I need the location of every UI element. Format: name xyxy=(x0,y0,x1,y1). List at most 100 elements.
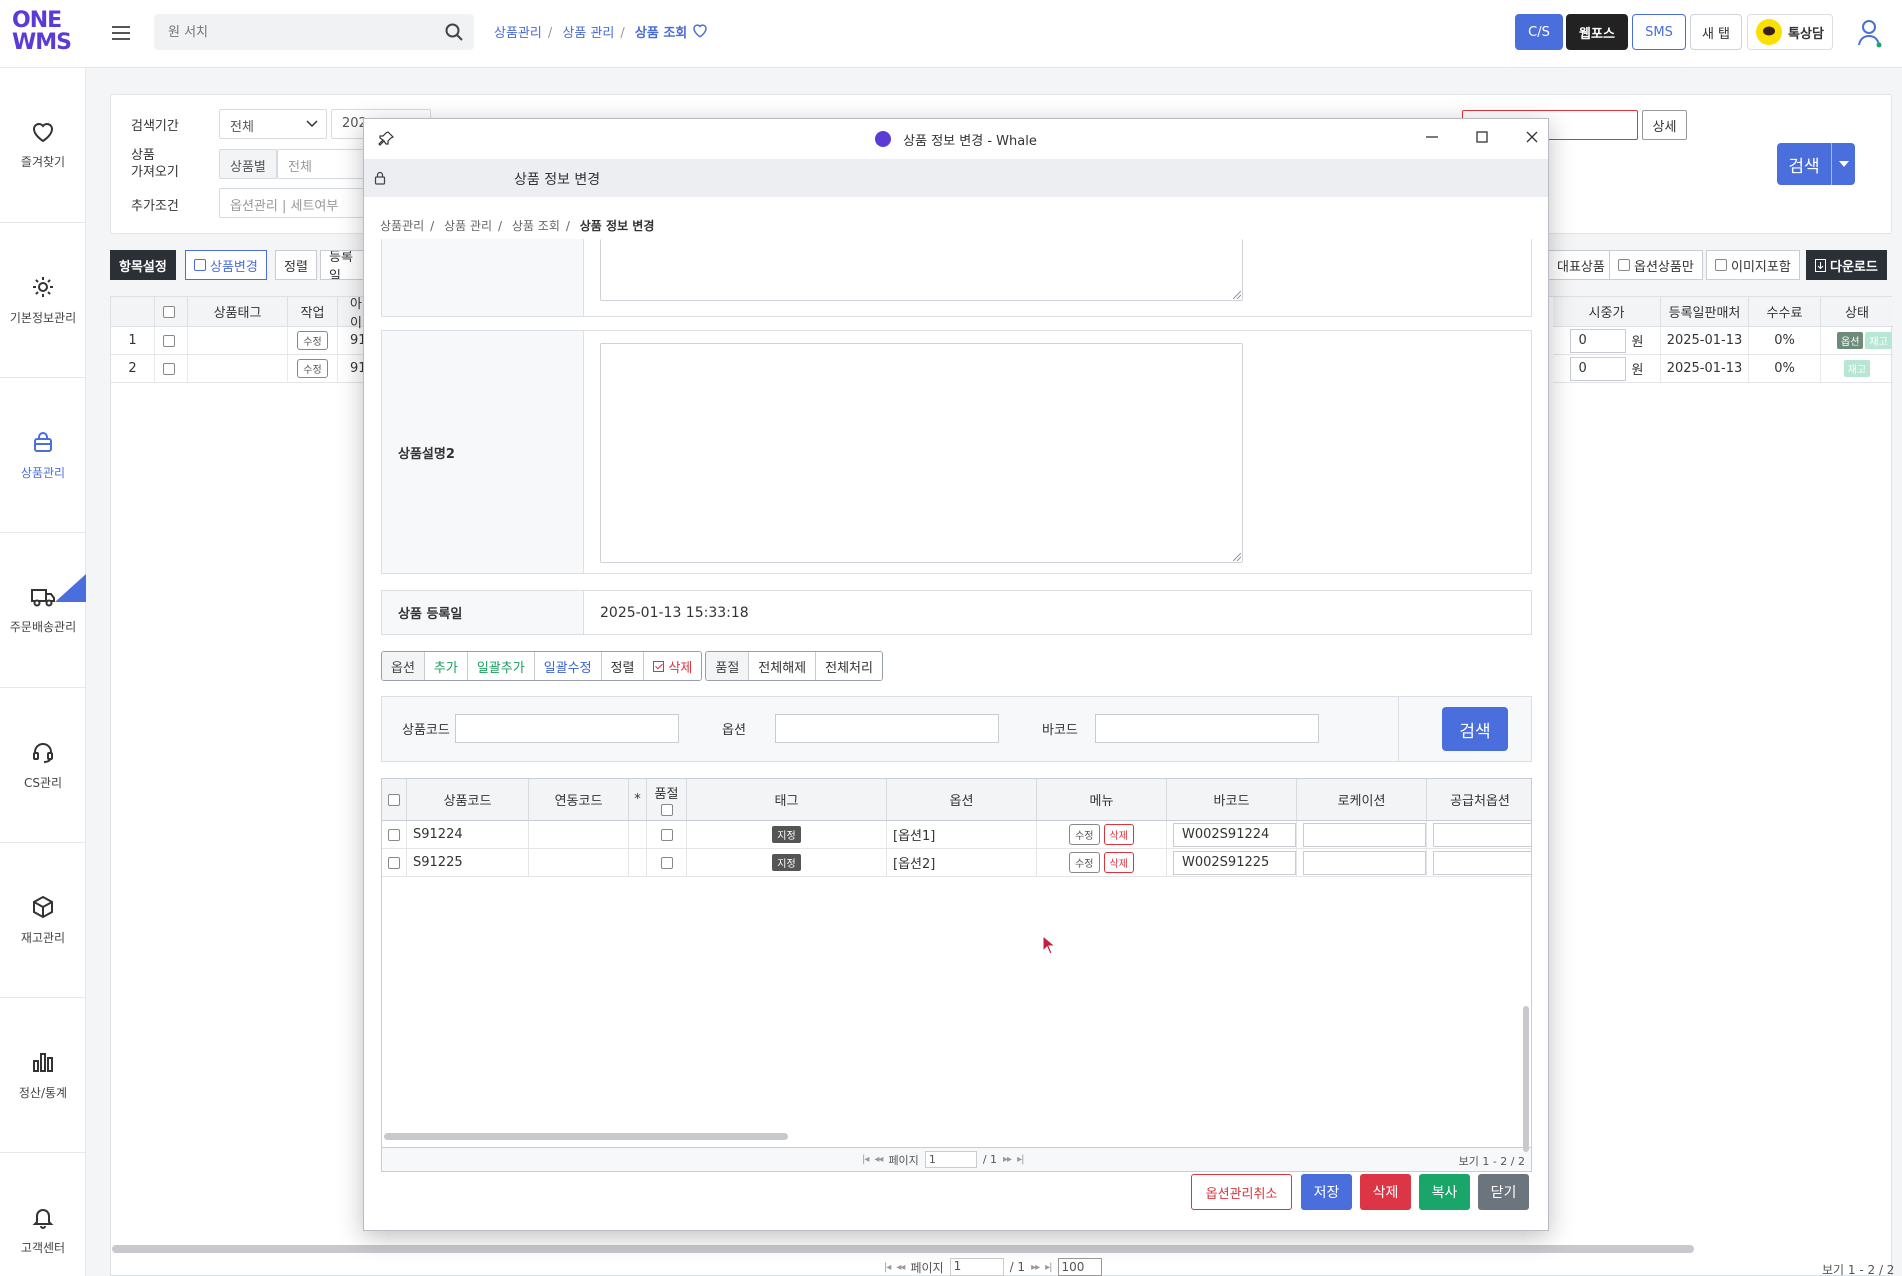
row-checkbox[interactable] xyxy=(388,828,400,841)
download-button[interactable]: 다운로드 xyxy=(1806,250,1887,280)
retail-price-input[interactable]: 0 xyxy=(1569,356,1626,381)
user-icon[interactable] xyxy=(1857,18,1883,48)
tag-badge[interactable]: 지정 xyxy=(772,826,801,843)
modal-vertical-scrollbar[interactable] xyxy=(1523,1006,1529,1152)
favorite-heart-icon[interactable] xyxy=(691,21,709,39)
last-page-icon[interactable]: ▸| xyxy=(1017,1154,1024,1165)
code-header[interactable]: 상품코드 xyxy=(407,779,529,821)
nav-inventory[interactable]: 재고관리 xyxy=(0,843,86,998)
row-edit-button[interactable]: 수정 xyxy=(297,359,328,378)
option-edit-button[interactable]: 수정 xyxy=(1069,852,1100,873)
cancel-option-management-button[interactable]: 옵션관리취소 xyxy=(1191,1174,1292,1210)
sort-button[interactable]: 정렬 xyxy=(275,250,317,280)
soldout-checkbox[interactable] xyxy=(660,856,673,869)
unset-all-button[interactable]: 전체해제 xyxy=(749,652,817,680)
description2-textarea[interactable] xyxy=(600,343,1243,563)
cs-button[interactable]: C/S xyxy=(1515,14,1563,50)
delete-options-button[interactable]: 삭제 xyxy=(644,652,702,680)
option-only-toggle[interactable]: 옵션상품만 xyxy=(1609,250,1703,280)
app-logo[interactable]: ONE WMS xyxy=(12,10,72,54)
horizontal-scrollbar[interactable] xyxy=(112,1245,1694,1253)
nav-favorites[interactable]: 즐겨찾기 xyxy=(0,68,86,223)
minimize-icon[interactable] xyxy=(1424,129,1440,145)
nav-customer-center[interactable]: 고객센터 xyxy=(0,1153,86,1276)
sort-options-button[interactable]: 정렬 xyxy=(601,652,645,680)
nav-cs-management[interactable]: CS관리 xyxy=(0,688,86,843)
status-header[interactable]: 상태 xyxy=(1821,297,1893,327)
location-header[interactable]: 로케이션 xyxy=(1297,779,1427,821)
barcode-header[interactable]: 바코드 xyxy=(1167,779,1297,821)
page-input[interactable]: 1 xyxy=(949,1258,1004,1276)
row-checkbox[interactable] xyxy=(163,362,175,375)
row-edit-button[interactable]: 수정 xyxy=(297,331,328,350)
grid-horizontal-scrollbar[interactable] xyxy=(384,1133,788,1140)
reg-shop-header[interactable]: 등록일판매처 xyxy=(1661,297,1749,327)
main-search-button[interactable]: 검색 xyxy=(1777,143,1855,185)
nav-product-management[interactable]: 상품관리 xyxy=(0,378,86,533)
select-all-checkbox[interactable] xyxy=(163,305,175,318)
caret-down-icon[interactable] xyxy=(1831,143,1855,185)
next-page-icon[interactable]: ▸▸ xyxy=(1003,1154,1012,1165)
location-input[interactable] xyxy=(1303,850,1426,875)
breadcrumb-item[interactable]: 상품관리 xyxy=(380,219,424,233)
sms-button[interactable]: SMS xyxy=(1632,14,1686,50)
fee-header[interactable]: 수수료 xyxy=(1749,297,1821,327)
row-checkbox[interactable] xyxy=(163,334,175,347)
supplier-option-input[interactable] xyxy=(1433,822,1531,847)
register-button[interactable]: 등록일 xyxy=(320,250,364,280)
first-page-icon[interactable]: |◂ xyxy=(884,1262,891,1273)
window-titlebar[interactable]: 상품 정보 변경 - Whale xyxy=(364,119,1548,159)
first-page-icon[interactable]: |◂ xyxy=(862,1154,869,1165)
retail-price-input[interactable]: 0 xyxy=(1569,328,1626,353)
select-all-checkbox[interactable] xyxy=(388,793,400,806)
webpos-button[interactable]: 웹포스 xyxy=(1566,14,1628,50)
tag-badge[interactable]: 지정 xyxy=(772,854,801,871)
soldout-checkbox[interactable] xyxy=(660,828,673,841)
breadcrumb-item[interactable]: 상품 조회 xyxy=(512,219,560,233)
image-include-toggle[interactable]: 이미지포함 xyxy=(1706,250,1800,280)
barcode-input[interactable]: W002S91225 xyxy=(1173,850,1296,875)
nav-settlement-stats[interactable]: 정산/통계 xyxy=(0,998,86,1153)
retail-price-header[interactable]: 시중가 xyxy=(1553,297,1661,327)
id-header[interactable]: 아이 xyxy=(338,297,364,331)
import-by-select[interactable]: 상품별 xyxy=(219,149,277,179)
close-button[interactable]: 닫기 xyxy=(1478,1174,1529,1210)
maximize-icon[interactable] xyxy=(1474,129,1490,145)
code-search-input[interactable] xyxy=(455,714,679,743)
process-all-button[interactable]: 전체처리 xyxy=(816,652,882,680)
next-page-icon[interactable]: ▸▸ xyxy=(1031,1262,1040,1273)
tag-header[interactable]: 상품태그 xyxy=(188,297,288,327)
product-change-button[interactable]: 상품변경 xyxy=(185,250,267,280)
period-select[interactable]: 전체 xyxy=(219,109,327,139)
option-search-input[interactable] xyxy=(775,714,999,743)
work-header[interactable]: 작업 xyxy=(288,297,338,327)
barcode-input[interactable]: W002S91224 xyxy=(1173,822,1296,847)
checkbox[interactable] xyxy=(1715,259,1727,271)
tag-header[interactable]: 태그 xyxy=(687,779,887,821)
checkbox[interactable] xyxy=(1618,259,1630,271)
prev-page-icon[interactable]: ◂◂ xyxy=(896,1262,905,1273)
barcode-search-input[interactable] xyxy=(1095,714,1319,743)
description1-textarea[interactable] xyxy=(600,239,1243,301)
supplier-option-header[interactable]: 공급처옵션 xyxy=(1427,779,1531,821)
search-icon[interactable] xyxy=(444,22,464,42)
last-page-icon[interactable]: ▸| xyxy=(1045,1262,1052,1273)
option-header[interactable]: 옵션 xyxy=(887,779,1037,821)
link-code-header[interactable]: 연동코드 xyxy=(529,779,629,821)
location-input[interactable] xyxy=(1303,822,1426,847)
prev-page-icon[interactable]: ◂◂ xyxy=(874,1154,883,1165)
save-button[interactable]: 저장 xyxy=(1301,1174,1352,1210)
kakao-chat-button[interactable]: 톡상담 xyxy=(1747,14,1833,50)
column-settings-button[interactable]: 항목설정 xyxy=(110,250,176,280)
option-search-button[interactable]: 검색 xyxy=(1442,707,1508,751)
add-option-button[interactable]: 추가 xyxy=(424,652,468,680)
option-delete-button[interactable]: 삭제 xyxy=(1103,824,1134,845)
copy-button[interactable]: 복사 xyxy=(1419,1174,1470,1210)
option-edit-button[interactable]: 수정 xyxy=(1069,824,1100,845)
per-page-select[interactable]: 100 xyxy=(1057,1258,1102,1276)
menu-icon[interactable] xyxy=(112,22,130,42)
detail-button[interactable]: 상세 xyxy=(1642,110,1687,140)
pin-icon[interactable] xyxy=(378,131,394,147)
breadcrumb-item[interactable]: 상품 관리 xyxy=(444,219,492,233)
page-input[interactable]: 1 xyxy=(924,1151,977,1168)
